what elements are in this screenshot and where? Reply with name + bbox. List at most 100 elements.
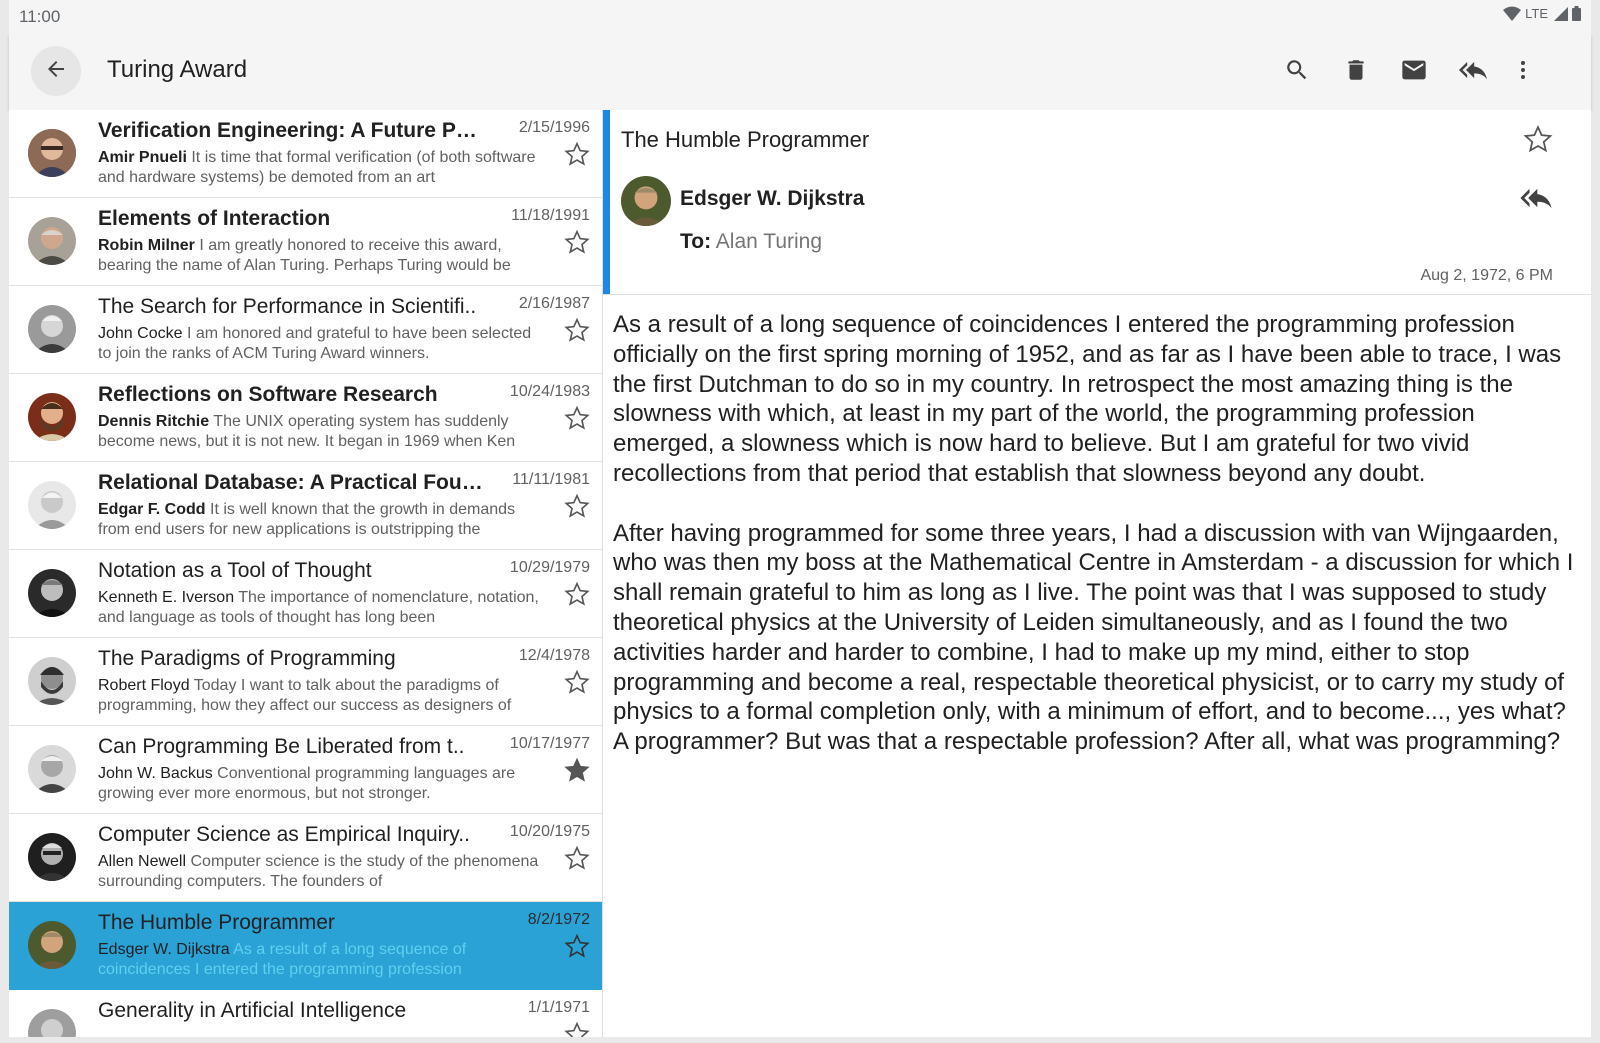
status-time: 11:00 — [19, 7, 61, 26]
message-preview: Edgar F. Codd It is well known that the … — [98, 500, 548, 540]
message-timestamp: Aug 2, 1972, 6 PM — [1420, 267, 1553, 284]
message-date: 12/4/1978 — [518, 647, 590, 664]
star-icon[interactable] — [564, 141, 590, 167]
message-subject: Elements of Interaction — [98, 207, 331, 230]
selection-accent-bar — [603, 110, 610, 294]
avatar — [28, 657, 76, 705]
message-subject: Relational Database: A Practical Foun.. — [98, 471, 483, 494]
star-icon[interactable] — [564, 1021, 590, 1037]
star-icon[interactable] — [564, 581, 590, 607]
message-body: As a result of a long sequence of coinci… — [613, 310, 1575, 787]
message-date: 10/20/1975 — [509, 823, 590, 840]
message-date: 2/16/1987 — [518, 295, 590, 312]
message-sender: Kenneth E. Iverson — [98, 589, 235, 606]
mark-unread-button[interactable] — [1396, 54, 1432, 90]
body-paragraph: After having programmed for some three y… — [613, 519, 1574, 756]
message-preview — [98, 1028, 548, 1037]
mail-icon — [1400, 56, 1428, 89]
message-header: The Humble Programmer Edsger W. Dijkstra… — [603, 110, 1591, 295]
delete-icon — [1343, 57, 1369, 88]
message-subject: Notation as a Tool of Thought — [98, 559, 372, 582]
star-icon[interactable] — [564, 845, 590, 871]
message-subject: Can Programming Be Liberated from t.. — [98, 735, 465, 758]
avatar — [28, 833, 76, 881]
sender-avatar — [621, 176, 671, 226]
avatar — [28, 569, 76, 617]
message-date: 11/18/1991 — [511, 207, 590, 224]
message-list: Verification Engineering: A Future Prof.… — [9, 110, 603, 1037]
more-vert-icon — [1511, 57, 1535, 88]
star-icon[interactable] — [564, 493, 590, 519]
star-icon[interactable] — [1523, 124, 1553, 154]
message-preview: Amir Pnueli It is time that formal verif… — [98, 148, 548, 188]
avatar — [28, 217, 76, 265]
status-bar: 11:00 LTE — [9, 0, 1591, 34]
avatar — [28, 129, 76, 177]
star-icon[interactable] — [564, 669, 590, 695]
star-icon[interactable] — [564, 317, 590, 343]
message-sender: Robin Milner — [98, 237, 195, 254]
message-subject: The Search for Performance in Scientifi.… — [98, 295, 477, 318]
avatar — [28, 393, 76, 441]
message-sender: Allen Newell — [98, 853, 187, 870]
star-icon[interactable] — [564, 405, 590, 431]
message-list-item[interactable]: Relational Database: A Practical Foun.. … — [9, 462, 602, 550]
message-preview: Allen Newell Computer science is the stu… — [98, 852, 548, 892]
back-button[interactable] — [31, 46, 81, 96]
frame-edge-bottom — [0, 1037, 1600, 1043]
message-preview: John W. Backus Conventional programming … — [98, 764, 548, 804]
message-date: 2/15/1996 — [518, 119, 590, 136]
message-list-item[interactable]: Elements of Interaction 11/18/1991 Robin… — [9, 198, 602, 286]
star-icon[interactable] — [564, 933, 590, 959]
delete-button[interactable] — [1338, 54, 1374, 90]
message-list-item[interactable]: Generality in Artificial Intelligence 1/… — [9, 990, 602, 1037]
star-icon[interactable] — [564, 229, 590, 255]
message-list-item[interactable]: Computer Science as Empirical Inquiry.. … — [9, 814, 602, 902]
avatar — [28, 305, 76, 353]
message-list-item[interactable]: The Search for Performance in Scientifi.… — [9, 286, 602, 374]
message-subject: Generality in Artificial Intelligence — [98, 999, 407, 1022]
message-sender: John Cocke — [98, 325, 183, 342]
to-label: To: — [680, 230, 712, 253]
frame-edge-left — [0, 0, 9, 1043]
message-list-item[interactable]: Notation as a Tool of Thought 10/29/1979… — [9, 550, 602, 638]
message-preview: Robert Floyd Today I want to talk about … — [98, 676, 548, 716]
avatar — [28, 745, 76, 793]
message-sender: Robert Floyd — [98, 677, 190, 694]
message-preview: Robin Milner I am greatly honored to rec… — [98, 236, 548, 276]
status-icons: LTE — [1503, 6, 1581, 21]
search-icon — [1284, 57, 1310, 88]
message-preview: Edsger W. Dijkstra As a result of a long… — [98, 940, 548, 980]
message-preview: Kenneth E. Iverson The importance of nom… — [98, 588, 548, 628]
avatar — [28, 921, 76, 969]
message-sender: Dennis Ritchie — [98, 413, 210, 430]
recipient-line: To: Alan Turing — [680, 230, 822, 254]
message-list-item[interactable]: Reflections on Software Research 10/24/1… — [9, 374, 602, 462]
message-list-item[interactable]: Verification Engineering: A Future Prof.… — [9, 110, 602, 198]
battery-icon — [1572, 6, 1581, 21]
page-title: Turing Award — [107, 56, 248, 83]
message-preview: John Cocke I am honored and grateful to … — [98, 324, 548, 364]
message-date: 1/1/1971 — [527, 999, 590, 1016]
more-options-button[interactable] — [1505, 54, 1541, 90]
message-sender: Edsger W. Dijkstra — [98, 941, 230, 958]
reply-all-icon[interactable] — [1519, 185, 1553, 211]
body-paragraph: As a result of a long sequence of coinci… — [613, 311, 1562, 487]
star-filled-icon[interactable] — [564, 757, 590, 783]
avatar — [28, 1009, 76, 1037]
message-list-item-selected[interactable]: The Humble Programmer 8/2/1972 Edsger W.… — [9, 902, 602, 990]
reply-all-button[interactable] — [1455, 54, 1491, 90]
message-list-item[interactable]: Can Programming Be Liberated from t.. 10… — [9, 726, 602, 814]
message-date: 8/2/1972 — [527, 911, 590, 928]
message-date: 10/29/1979 — [509, 559, 590, 576]
message-subject: The Humble Programmer — [98, 911, 335, 934]
search-button[interactable] — [1279, 54, 1315, 90]
message-list-item[interactable]: The Paradigms of Programming 12/4/1978 R… — [9, 638, 602, 726]
message-sender: Edgar F. Codd — [98, 501, 206, 518]
avatar — [28, 481, 76, 529]
back-arrow-icon — [44, 57, 68, 86]
frame-edge-right — [1591, 0, 1600, 1043]
network-type: LTE — [1525, 6, 1548, 21]
message-date: 10/17/1977 — [509, 735, 590, 752]
message-subject: Verification Engineering: A Future Prof.… — [98, 119, 483, 142]
